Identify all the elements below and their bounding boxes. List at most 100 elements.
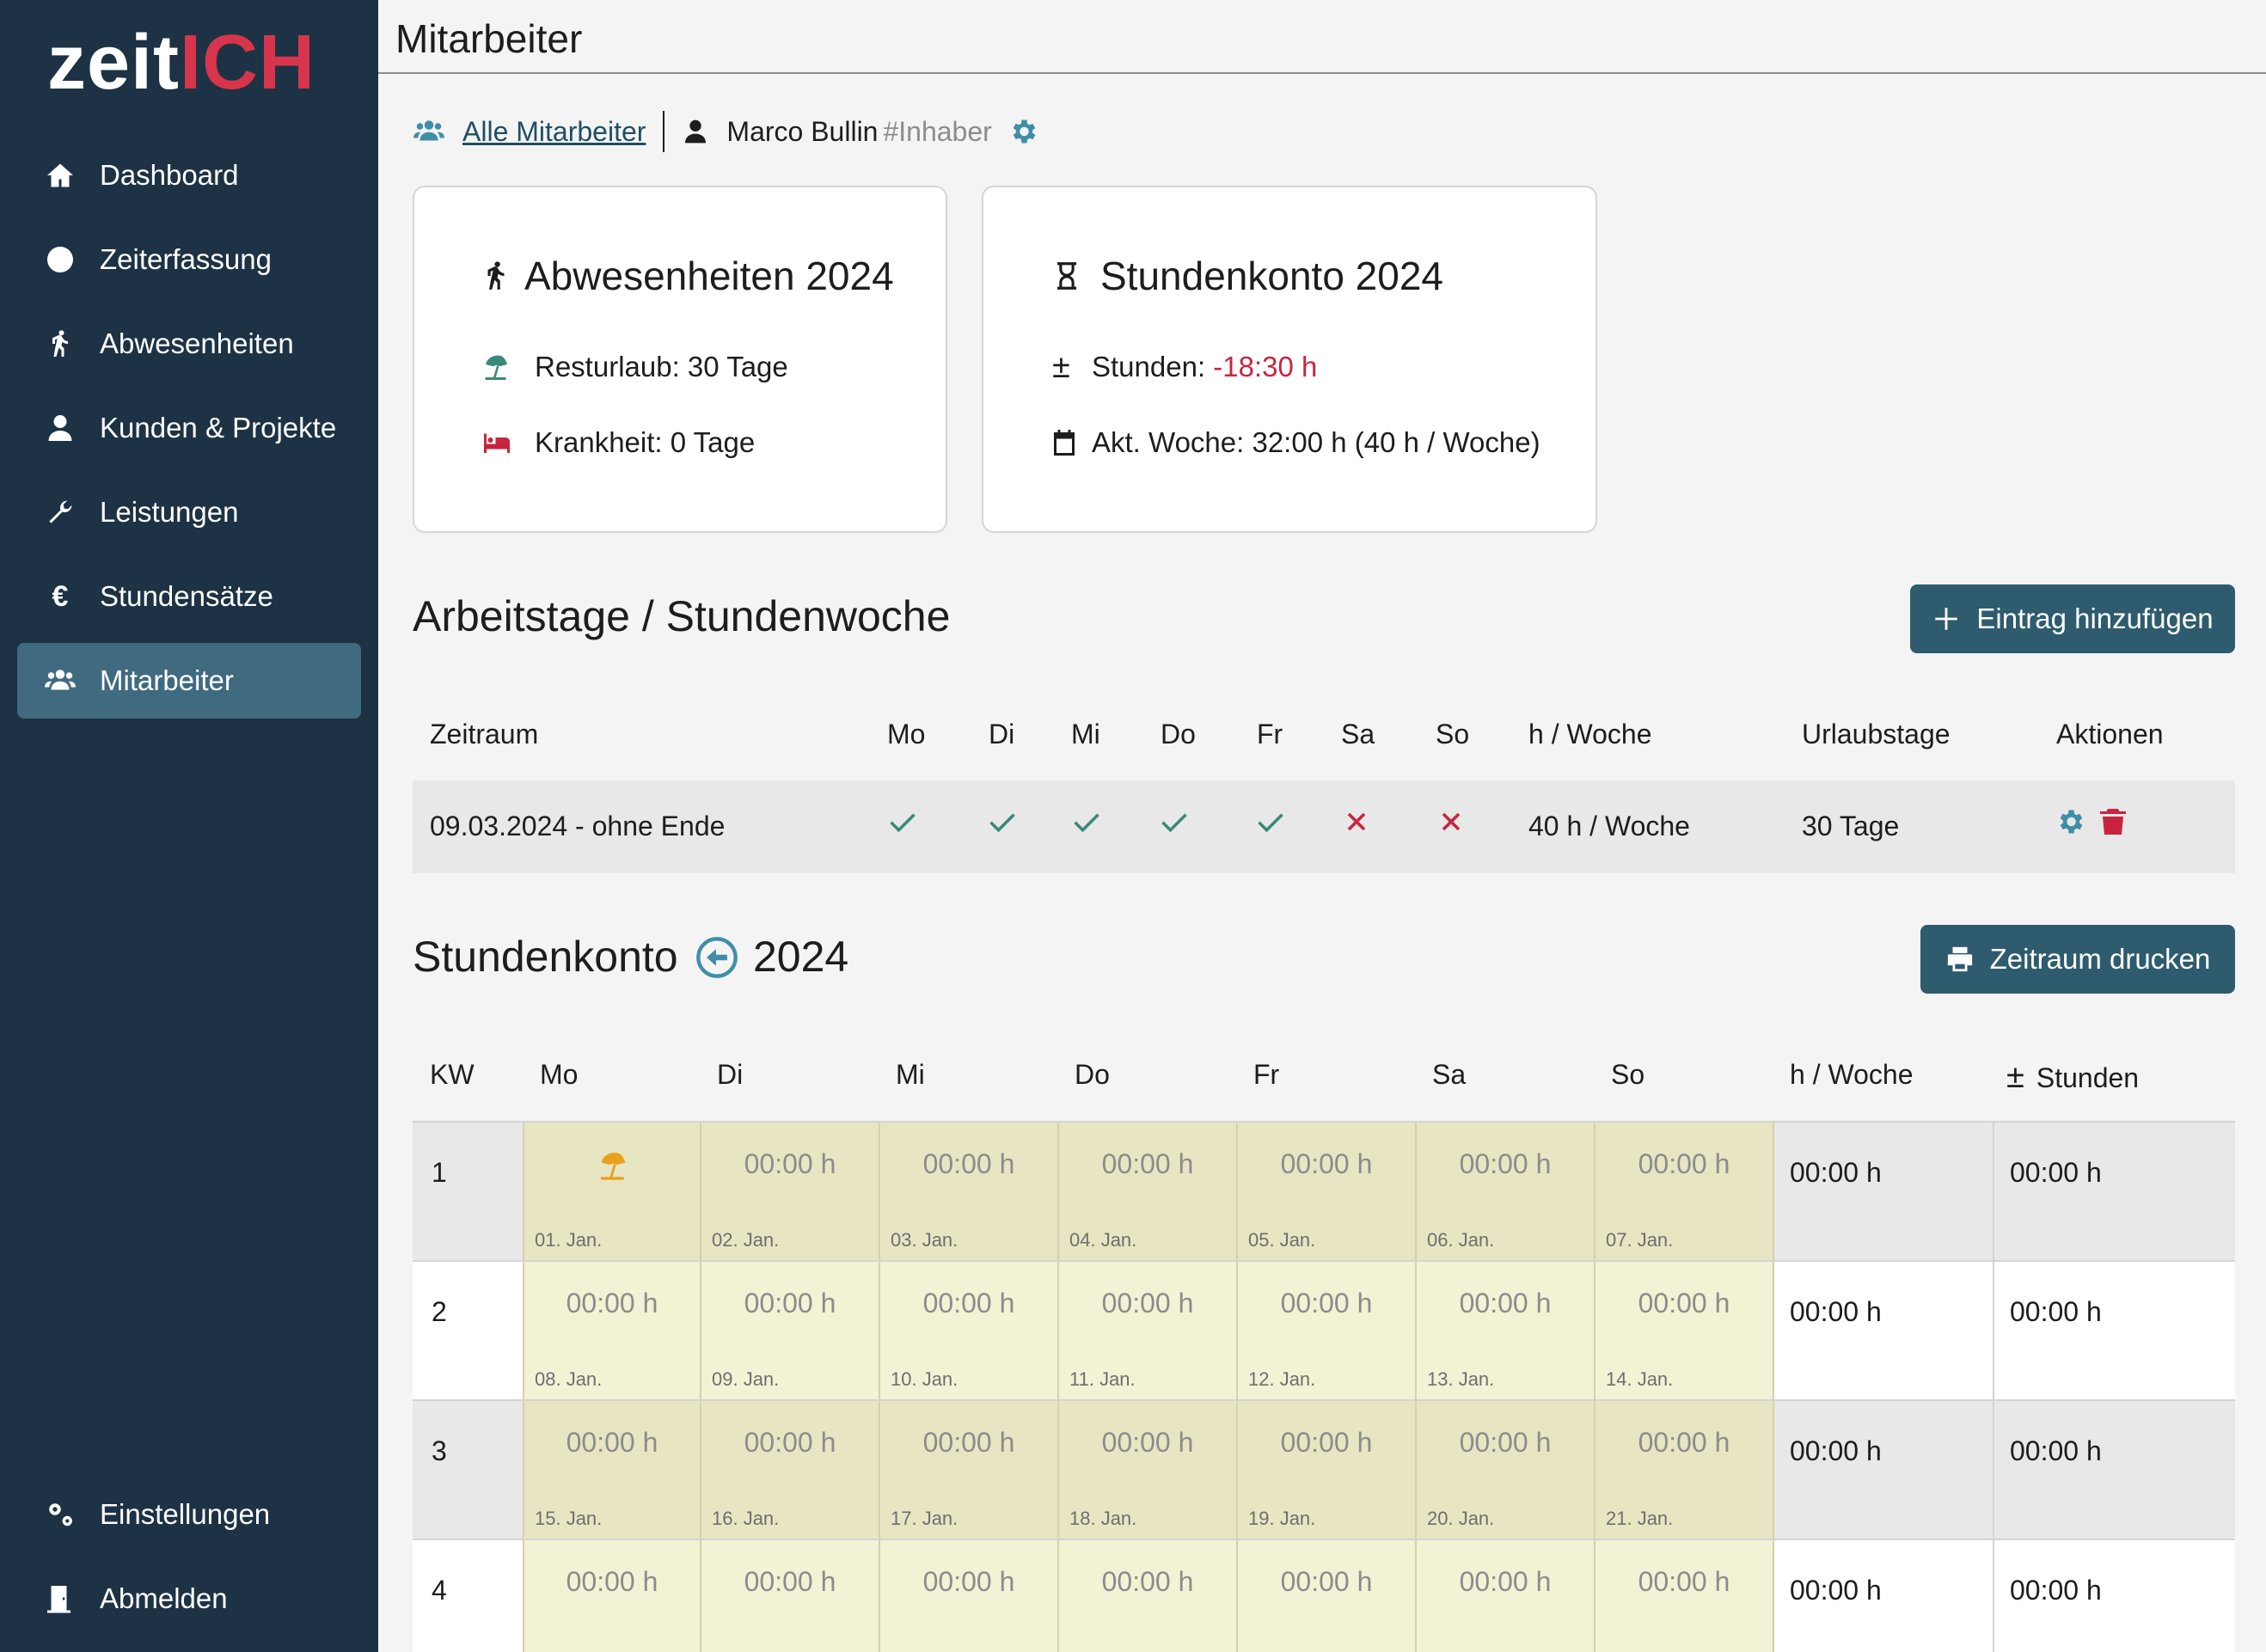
- day-hours: 00:00 h: [744, 1566, 836, 1597]
- hours-cell: 00:00 h: [2010, 1296, 2102, 1327]
- day-cell[interactable]: 00:00 h: [1059, 1540, 1238, 1652]
- day-cell[interactable]: 01. Jan.: [523, 1123, 701, 1262]
- day-cell[interactable]: 00:00 h 17. Jan.: [880, 1401, 1059, 1540]
- day-cell[interactable]: 00:00 h 04. Jan.: [1059, 1123, 1238, 1262]
- wrench-icon: [43, 495, 77, 529]
- day-date: 16. Jan.: [712, 1508, 780, 1529]
- day-cell[interactable]: 00:00 h 11. Jan.: [1059, 1262, 1238, 1401]
- bed-icon: [484, 433, 510, 453]
- check-icon: [1161, 813, 1187, 833]
- col-so: So: [1611, 1059, 1645, 1090]
- day-cell[interactable]: 00:00 h 05. Jan.: [1238, 1123, 1417, 1262]
- hours-balance: ± Stunden: -18:30 h: [1052, 349, 1318, 385]
- day-cell[interactable]: 00:00 h 06. Jan.: [1417, 1123, 1595, 1262]
- day-date: 13. Jan.: [1427, 1368, 1495, 1390]
- day-hours: 00:00 h: [1101, 1288, 1194, 1319]
- day-hours: 00:00 h: [566, 1427, 658, 1458]
- day-cell[interactable]: 00:00 h: [1238, 1540, 1417, 1652]
- hours-card-title: Stundenkonto 2024: [1056, 253, 1443, 299]
- day-cell[interactable]: 00:00 h 13. Jan.: [1417, 1262, 1595, 1401]
- sidebar-item-mitarbeiter[interactable]: Mitarbeiter: [17, 643, 361, 719]
- col-zeitraum: Zeitraum: [430, 719, 539, 750]
- users-icon: [413, 120, 444, 141]
- day-cell[interactable]: 00:00 h: [523, 1540, 701, 1652]
- day-cell[interactable]: 00:00 h 09. Jan.: [701, 1262, 880, 1401]
- check-icon: [1258, 813, 1283, 833]
- day-hours: 00:00 h: [744, 1288, 836, 1319]
- sidebar-item-abwesenheiten[interactable]: Abwesenheiten: [17, 306, 361, 382]
- sidebar-item-stundensaetze[interactable]: € Stundensätze: [17, 559, 361, 634]
- sidebar-item-leistungen[interactable]: Leistungen: [17, 474, 361, 550]
- vacation-remaining: Resturlaub: 30 Tage: [485, 351, 788, 383]
- day-cell[interactable]: 00:00 h 16. Jan.: [701, 1401, 880, 1540]
- trash-icon[interactable]: [2098, 806, 2128, 837]
- day-date: 12. Jan.: [1248, 1368, 1316, 1390]
- day-date: 17. Jan.: [891, 1508, 958, 1529]
- day-cell[interactable]: 00:00 h 18. Jan.: [1059, 1401, 1238, 1540]
- print-period-button[interactable]: Zeitraum drucken: [1920, 925, 2235, 994]
- day-cell[interactable]: 00:00 h 21. Jan.: [1595, 1401, 1774, 1540]
- day-cell[interactable]: 00:00 h 14. Jan.: [1595, 1262, 1774, 1401]
- col-fr: Fr: [1253, 1059, 1280, 1090]
- day-hours: 00:00 h: [1459, 1566, 1552, 1597]
- hours-cell: 00:00 h: [2010, 1575, 2102, 1606]
- sidebar-item-abmelden[interactable]: Abmelden: [17, 1561, 361, 1637]
- col-mi: Mi: [896, 1059, 925, 1090]
- users-icon: [43, 664, 77, 698]
- edit-gear-icon[interactable]: [2055, 806, 2085, 837]
- plus-icon: [1935, 608, 1958, 630]
- sidebar-item-label: Mitarbeiter: [100, 664, 234, 696]
- col-kw: KW: [430, 1059, 475, 1090]
- col-hours-week: h / Woche: [1528, 719, 1652, 750]
- clock-icon: [43, 242, 77, 277]
- beach-umbrella-icon: [485, 355, 507, 380]
- sidebar-item-einstellungen[interactable]: Einstellungen: [17, 1477, 361, 1552]
- table-row: 2 00:00 h 08. Jan. 00:00 h 09. Jan. 00:00 h 10…: [413, 1260, 2235, 1401]
- sidebar-item-dashboard[interactable]: Dashboard: [17, 138, 361, 213]
- day-date: 10. Jan.: [891, 1368, 958, 1390]
- day-cell[interactable]: 00:00 h 10. Jan.: [880, 1262, 1059, 1401]
- day-hours: 00:00 h: [1101, 1148, 1194, 1179]
- all-employees-link[interactable]: Alle Mitarbeiter: [462, 116, 646, 148]
- day-date: 02. Jan.: [712, 1229, 780, 1251]
- table-row: 4 00:00 h 00:00 h 00:00 h 00:00 h 00:00 h 00:0…: [413, 1539, 2235, 1652]
- sidebar-item-kunden-projekte[interactable]: Kunden & Projekte: [17, 390, 361, 466]
- day-cell[interactable]: 00:00 h 02. Jan.: [701, 1123, 880, 1262]
- current-week-hours: Akt. Woche: 32:00 h (40 h / Woche): [1054, 426, 1540, 459]
- day-cell[interactable]: 00:00 h: [880, 1540, 1059, 1652]
- sick-days: Krankheit: 0 Tage: [484, 426, 755, 459]
- col-do: Do: [1075, 1059, 1110, 1090]
- app-logo[interactable]: zeitICH: [47, 24, 315, 101]
- col-mo: Mo: [540, 1059, 579, 1090]
- day-hours: 00:00 h: [922, 1566, 1015, 1597]
- check-icon: [989, 813, 1015, 833]
- day-cell[interactable]: 00:00 h 07. Jan.: [1595, 1123, 1774, 1262]
- week-hours-cell: 00:00 h: [1790, 1575, 1882, 1606]
- day-hours: 00:00 h: [1638, 1148, 1730, 1179]
- day-hours: 00:00 h: [1638, 1566, 1730, 1597]
- day-cell[interactable]: 00:00 h 20. Jan.: [1417, 1401, 1595, 1540]
- day-hours: 00:00 h: [1459, 1288, 1552, 1319]
- day-cell[interactable]: 00:00 h 03. Jan.: [880, 1123, 1059, 1262]
- col-mi: Mi: [1071, 719, 1100, 750]
- home-icon: [43, 158, 77, 193]
- day-cell[interactable]: 00:00 h: [1595, 1540, 1774, 1652]
- gear-icon[interactable]: [1007, 116, 1038, 147]
- day-cell[interactable]: 00:00 h 15. Jan.: [523, 1401, 701, 1540]
- day-cell[interactable]: 00:00 h: [701, 1540, 880, 1652]
- walking-icon: [487, 261, 505, 290]
- period-cell: 09.03.2024 - ohne Ende: [430, 811, 726, 841]
- day-hours: 00:00 h: [1638, 1427, 1730, 1458]
- day-cell[interactable]: 00:00 h 08. Jan.: [523, 1262, 701, 1401]
- arrow-left-circle-icon[interactable]: [695, 935, 739, 980]
- week-hours-cell: 00:00 h: [1790, 1435, 1882, 1466]
- day-cell[interactable]: 00:00 h 19. Jan.: [1238, 1401, 1417, 1540]
- sidebar-item-zeiterfassung[interactable]: Zeiterfassung: [17, 222, 361, 297]
- col-sa: Sa: [1341, 719, 1375, 750]
- absence-card-title: Abwesenheiten 2024: [487, 253, 894, 299]
- day-cell[interactable]: 00:00 h: [1417, 1540, 1595, 1652]
- day-cell[interactable]: 00:00 h 12. Jan.: [1238, 1262, 1417, 1401]
- euro-icon: €: [52, 579, 69, 613]
- add-entry-button[interactable]: Eintrag hinzufügen: [1910, 584, 2235, 653]
- column-divider: [1993, 1401, 1994, 1540]
